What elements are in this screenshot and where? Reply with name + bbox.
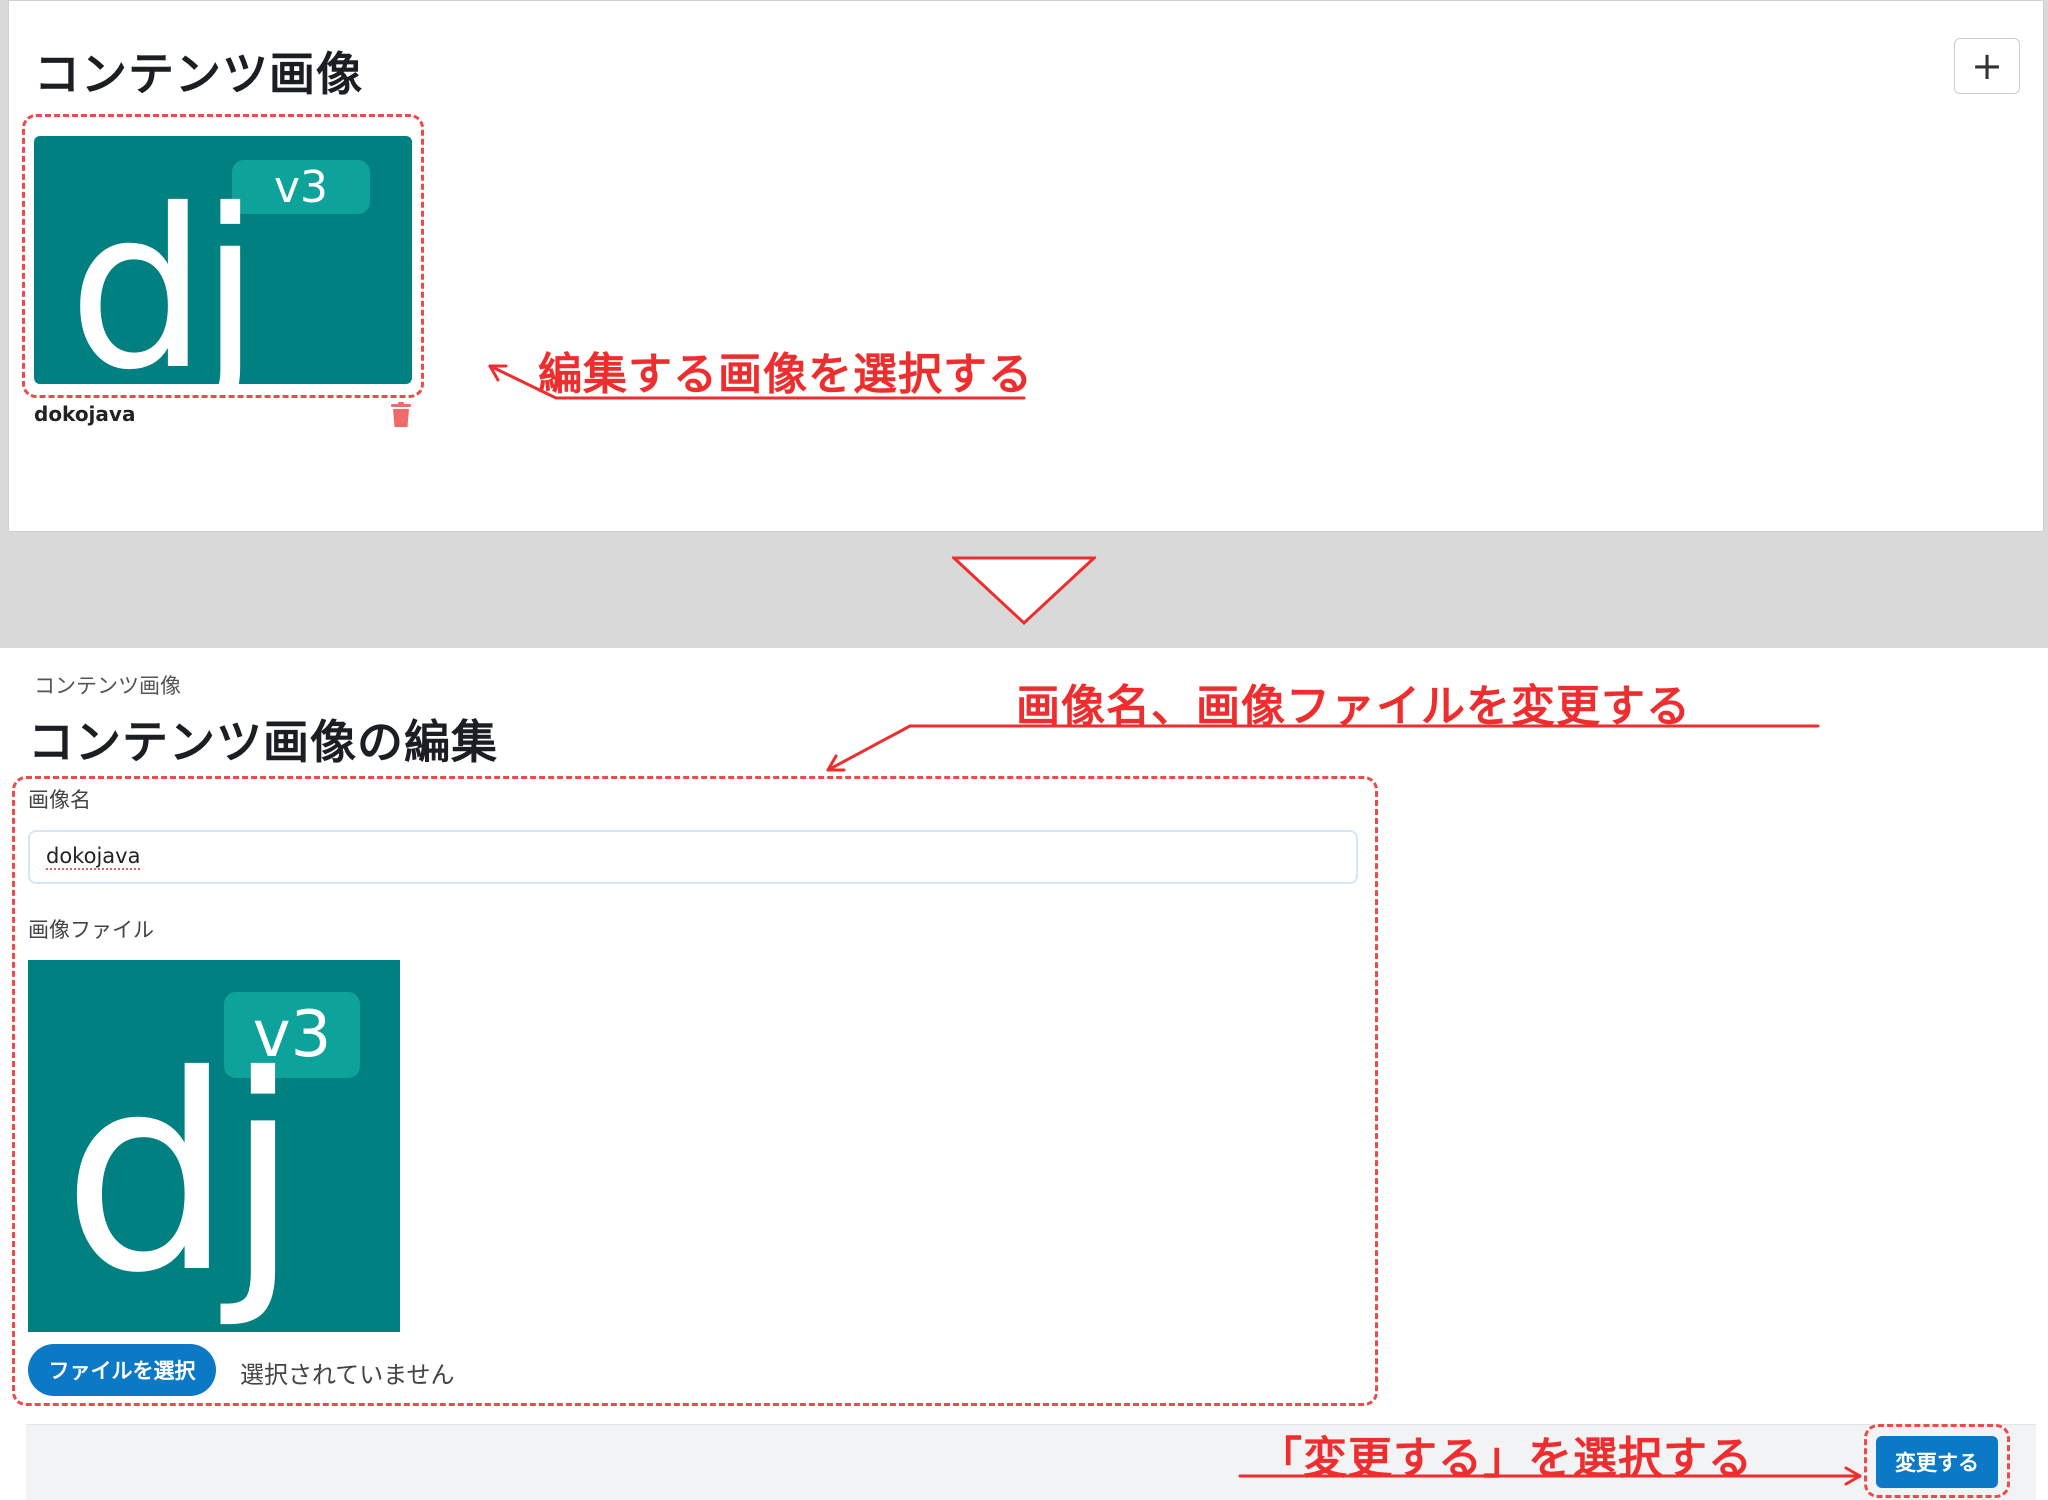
image-preview: v3 dj <box>28 960 400 1332</box>
image-card-thumbnail[interactable]: v3 dj <box>34 136 412 384</box>
image-name-input[interactable]: dokojava <box>28 830 1358 884</box>
logo-dj: dj <box>68 162 261 384</box>
breadcrumb[interactable]: コンテンツ画像 <box>34 670 181 700</box>
page-title: コンテンツ画像 <box>34 47 363 101</box>
annotation-select-image: 編集する画像を選択する <box>538 349 1033 400</box>
preview-logo-dj: dj <box>62 1017 300 1332</box>
triangle-down-icon <box>952 556 1096 626</box>
choose-file-button[interactable]: ファイルを選択 <box>28 1344 216 1396</box>
file-status: 選択されていません <box>240 1361 455 1389</box>
edit-page-title: コンテンツ画像の編集 <box>28 715 498 769</box>
annotation-click-submit: 「変更する」を選択する <box>1258 1433 1753 1484</box>
name-label: 画像名 <box>28 788 91 812</box>
submit-button[interactable]: 変更する <box>1876 1436 1998 1488</box>
trash-icon[interactable] <box>390 402 412 428</box>
annotation-change-fields: 画像名、画像ファイルを変更する <box>1016 681 1691 732</box>
plus-icon: + <box>1971 44 2003 88</box>
image-caption: dokojava <box>34 402 136 426</box>
add-image-button[interactable]: + <box>1954 38 2020 94</box>
file-label: 画像ファイル <box>28 918 154 942</box>
image-name-value: dokojava <box>46 844 141 870</box>
